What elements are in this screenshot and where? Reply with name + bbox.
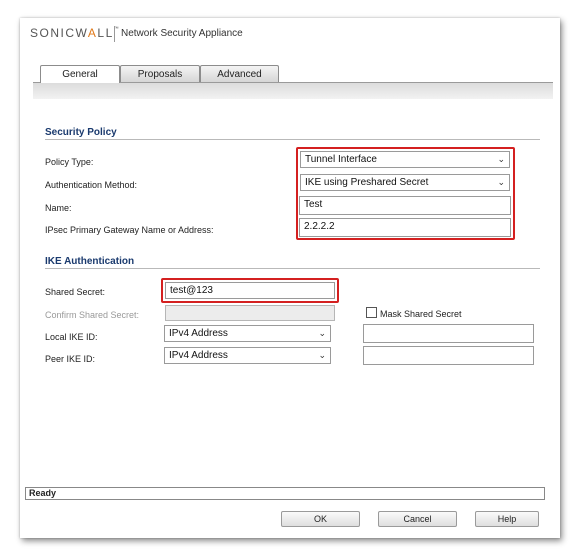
policy-type-value: Tunnel Interface: [305, 154, 377, 165]
local-ike-id-input[interactable]: [363, 324, 534, 343]
section-title-security-policy: Security Policy: [45, 127, 117, 138]
section-divider: [45, 139, 540, 140]
gateway-input[interactable]: 2.2.2.2: [299, 218, 511, 237]
chevron-down-icon: ⌄: [497, 177, 505, 187]
section-divider: [45, 268, 540, 269]
chevron-down-icon: ⌄: [318, 328, 326, 338]
tab-advanced[interactable]: Advanced: [200, 65, 279, 82]
cancel-button[interactable]: Cancel: [378, 511, 457, 527]
auth-method-value: IKE using Preshared Secret: [305, 177, 429, 188]
status-bar: Ready: [25, 487, 545, 500]
peer-ike-id-type: IPv4 Address: [169, 350, 228, 361]
policy-type-select[interactable]: Tunnel Interface ⌄: [300, 151, 510, 168]
name-input[interactable]: Test: [299, 196, 511, 215]
product-title: Network Security Appliance: [121, 28, 243, 39]
shared-secret-label: Shared Secret:: [45, 287, 106, 297]
confirm-secret-label: Confirm Shared Secret:: [45, 310, 140, 320]
gateway-label: IPsec Primary Gateway Name or Address:: [45, 225, 214, 235]
help-button[interactable]: Help: [475, 511, 539, 527]
auth-method-select[interactable]: IKE using Preshared Secret ⌄: [300, 174, 510, 191]
header-divider: [114, 26, 115, 42]
tab-proposals[interactable]: Proposals: [120, 65, 200, 82]
name-label: Name:: [45, 203, 72, 213]
confirm-secret-input[interactable]: [165, 305, 335, 321]
tab-strip: [33, 82, 553, 99]
auth-method-label: Authentication Method:: [45, 180, 138, 190]
mask-secret-label: Mask Shared Secret: [380, 309, 462, 319]
sonicwall-logo: SONICWALL™: [30, 26, 119, 40]
local-ike-id-type: IPv4 Address: [169, 328, 228, 339]
chevron-down-icon: ⌄: [318, 350, 326, 360]
chevron-down-icon: ⌄: [497, 154, 505, 164]
peer-ike-id-input[interactable]: [363, 346, 534, 365]
section-title-ike-authentication: IKE Authentication: [45, 256, 135, 267]
local-ike-id-select[interactable]: IPv4 Address ⌄: [164, 325, 331, 342]
peer-ike-id-select[interactable]: IPv4 Address ⌄: [164, 347, 331, 364]
policy-type-label: Policy Type:: [45, 157, 94, 167]
mask-secret-checkbox[interactable]: [366, 307, 377, 318]
peer-ike-id-label: Peer IKE ID:: [45, 354, 96, 364]
shared-secret-input[interactable]: test@123: [165, 282, 335, 299]
ok-button[interactable]: OK: [281, 511, 360, 527]
local-ike-id-label: Local IKE ID:: [45, 332, 98, 342]
tab-general[interactable]: General: [40, 65, 120, 83]
